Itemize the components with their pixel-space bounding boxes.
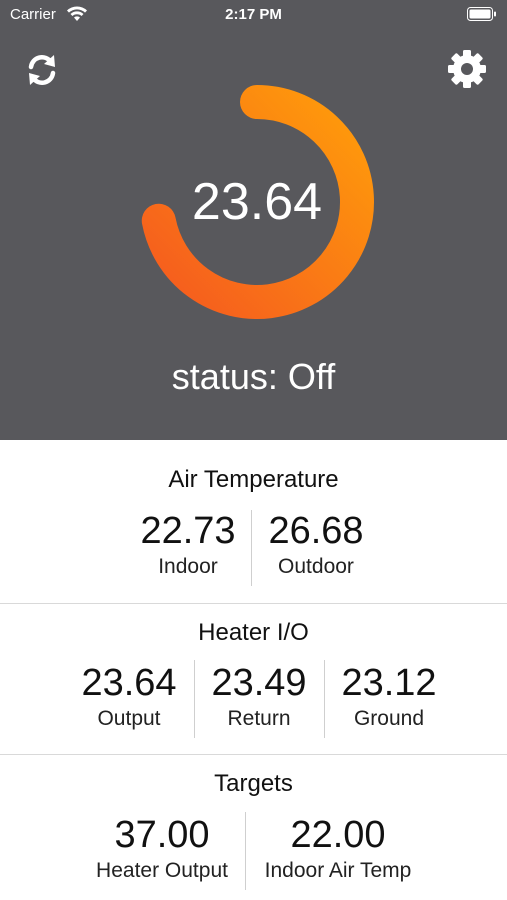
heater-output-value: 23.64: [81, 662, 177, 704]
outdoor-temp-label: Outdoor: [278, 555, 354, 578]
heater-return: 23.49 Return: [198, 662, 320, 731]
indoor-temp: 22.73 Indoor: [128, 510, 248, 579]
divider: [194, 660, 195, 738]
section-divider: [0, 754, 507, 755]
target-indoor-air: 22.00 Indoor Air Temp: [250, 814, 426, 883]
refresh-button[interactable]: [20, 50, 64, 90]
ground-temp-label: Ground: [353, 707, 425, 730]
targets-title: Targets: [214, 770, 293, 797]
clock-time: 2:17 PM: [225, 6, 282, 23]
outdoor-temp: 26.68 Outdoor: [256, 510, 376, 579]
heater-return-label: Return: [227, 707, 291, 730]
target-heater-output: 37.00 Heater Output: [82, 814, 242, 883]
indoor-temp-value: 22.73: [140, 510, 236, 552]
divider: [251, 510, 252, 586]
target-indoor-air-label: Indoor Air Temp: [264, 859, 412, 882]
outdoor-temp-value: 26.68: [268, 510, 364, 552]
heater-output-label: Output: [97, 707, 161, 730]
gear-icon: [448, 50, 486, 88]
gauge-value: 23.64: [191, 173, 323, 231]
divider: [324, 660, 325, 738]
divider: [245, 812, 246, 890]
indoor-temp-label: Indoor: [158, 555, 218, 578]
ground-temp: 23.12 Ground: [328, 662, 450, 731]
section-divider: [0, 603, 507, 604]
target-heater-output-label: Heater Output: [96, 859, 228, 882]
heater-return-value: 23.49: [211, 662, 307, 704]
header-panel: Carrier 2:17 PM 23.64 status: Off: [0, 0, 507, 440]
target-indoor-air-value: 22.00: [290, 814, 386, 856]
status-text: status: Off: [171, 356, 336, 397]
settings-button[interactable]: [445, 47, 489, 91]
air-temperature-title: Air Temperature: [168, 466, 339, 493]
ground-temp-value: 23.12: [341, 662, 437, 704]
battery-icon: [467, 7, 496, 21]
status-bar: Carrier 2:17 PM: [0, 0, 507, 30]
refresh-icon: [28, 54, 56, 86]
heater-io-title: Heater I/O: [198, 619, 309, 646]
target-heater-output-value: 37.00: [114, 814, 210, 856]
heater-output: 23.64 Output: [68, 662, 190, 731]
